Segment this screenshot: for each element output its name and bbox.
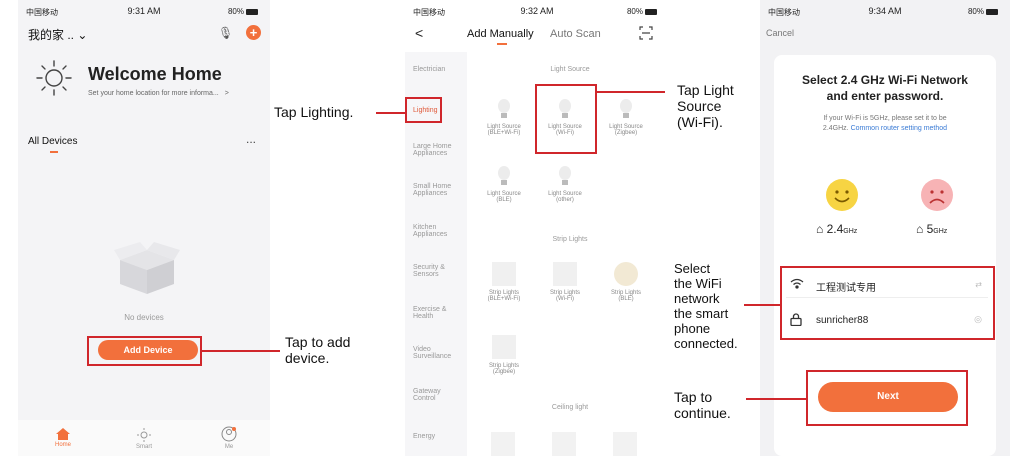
battery-level: 80% [626, 7, 643, 16]
tab-indicator [50, 151, 58, 153]
happy-face-icon [825, 178, 859, 217]
profile-icon [221, 426, 237, 442]
category-security[interactable]: Security & Sensors [413, 264, 465, 278]
battery-level: 80% [227, 7, 244, 16]
router-icon: ⌂ [916, 222, 924, 236]
ceiling-device-placeholder [552, 432, 576, 456]
router-guide-link[interactable]: Common router setting method [851, 125, 948, 132]
highlight-add-device [87, 336, 202, 366]
highlight-lighting [405, 97, 442, 123]
connector-light-wifi [597, 91, 665, 93]
battery-icon [645, 8, 657, 15]
status-bar: 中国移动 9:34 AM 80% [760, 0, 1010, 22]
category-kitchen[interactable]: Kitchen Appliances [413, 224, 465, 238]
page-title: Select 2.4 GHz Wi-Fi Network and enter p… [802, 73, 968, 104]
section-ceiling-light: Ceiling light [551, 404, 589, 411]
section-light-source: Light Source [550, 66, 590, 73]
add-icon[interactable]: + [246, 25, 261, 40]
bulb-icon [498, 166, 510, 185]
chevron-right-icon: > [224, 90, 229, 97]
ceiling-device-placeholder [613, 432, 637, 456]
device-strip-zigbee[interactable]: Strip Lights (Zigbee) [479, 335, 529, 375]
battery-icon [246, 8, 258, 15]
category-gateway[interactable]: Gateway Control [413, 388, 465, 402]
router-icon: ⌂ [816, 222, 824, 236]
weather-sun-icon [34, 58, 74, 103]
tab-smart[interactable]: Smart [129, 428, 159, 450]
device-light-ble-wifi[interactable]: Light Source (BLE+Wi-Fi) [479, 98, 529, 136]
highlight-light-wifi [535, 84, 597, 154]
category-small-appliances[interactable]: Small Home Appliances [413, 183, 465, 197]
status-bar: 中国移动 9:31 AM 80% [18, 0, 270, 22]
cancel-button[interactable]: Cancel [766, 28, 794, 38]
tab-me[interactable]: Me [214, 426, 244, 450]
tab-add-manually[interactable]: Add Manually [467, 28, 534, 40]
empty-state-label: No devices [124, 313, 164, 322]
tab-indicator [497, 43, 507, 45]
battery-icon [986, 8, 998, 15]
home-selector[interactable]: 我的家 .. ⌄ [28, 26, 87, 43]
device-strip-ble[interactable]: Strip Lights (BLE) [601, 262, 651, 302]
sad-face-icon [920, 178, 954, 217]
microphone-icon[interactable]: 🎙 [218, 26, 233, 40]
connector-next [746, 398, 806, 400]
empty-box-illustration [114, 238, 180, 303]
all-devices-tab[interactable]: All Devices [28, 136, 77, 147]
callout-add-device: Tap to add device. [285, 334, 351, 367]
bulb-icon [559, 166, 571, 185]
smart-icon [137, 428, 151, 442]
device-strip-ble-wifi[interactable]: Strip Lights (BLE+Wi-Fi) [479, 262, 529, 302]
section-strip-lights: Strip Lights [552, 236, 588, 243]
strip-light-icon [553, 262, 577, 286]
device-strip-wifi[interactable]: Strip Lights (Wi-Fi) [540, 262, 590, 302]
device-light-other[interactable]: Light Source (other) [540, 165, 590, 203]
category-large-appliances[interactable]: Large Home Appliances [413, 143, 465, 157]
chevron-down-icon: ⌄ [77, 28, 88, 42]
strip-light-icon [614, 262, 638, 286]
highlight-next [806, 370, 968, 426]
connector-wifi [744, 304, 780, 306]
connector-add-device [202, 350, 280, 352]
add-device-screen: 中国移动 9:32 AM 80% < Add Manually Auto Sca… [405, 0, 669, 456]
device-light-zigbee[interactable]: Light Source (Zigbee) [601, 98, 651, 136]
tab-auto-scan[interactable]: Auto Scan [550, 28, 601, 40]
home-icon [56, 428, 70, 440]
band-5ghz: ⌂ 5GHz [916, 222, 948, 236]
connector-lighting [376, 112, 405, 114]
device-light-ble[interactable]: Light Source (BLE) [479, 165, 529, 203]
category-energy[interactable]: Energy [413, 433, 465, 440]
band-2-4ghz: ⌂ 2.4GHz [816, 222, 858, 236]
highlight-wifi-fields [780, 266, 995, 340]
category-exercise[interactable]: Exercise & Health [413, 306, 465, 320]
callout-continue: Tap to continue. [674, 389, 731, 422]
welcome-subtitle: Set your home location for more informa.… [88, 90, 219, 97]
category-electrician[interactable]: Electrician [413, 66, 465, 73]
tab-home[interactable]: Home [48, 428, 78, 448]
home-screen: 中国移动 9:31 AM 80% 我的家 .. ⌄ 🎙 + Welcome Ho… [18, 0, 270, 456]
scan-icon[interactable] [639, 26, 653, 45]
battery-level: 80% [967, 7, 984, 16]
strip-light-icon [492, 335, 516, 359]
band-hint: If your Wi-Fi is 5GHz, please set it to … [822, 115, 948, 132]
bottom-tab-bar: Home Smart Me [18, 420, 270, 456]
back-button[interactable]: < [415, 25, 423, 41]
status-bar: 中国移动 9:32 AM 80% [405, 0, 669, 22]
location-prompt[interactable]: Set your home location for more informa.… [88, 90, 229, 97]
callout-light-wifi: Tap Light Source (Wi-Fi). [677, 82, 734, 131]
category-video[interactable]: Video Surveillance [413, 346, 465, 360]
welcome-title: Welcome Home [88, 64, 222, 84]
strip-light-icon [492, 262, 516, 286]
callout-lighting: Tap Lighting. [274, 104, 354, 120]
bulb-icon [498, 99, 510, 118]
more-options-icon[interactable]: ... [246, 132, 256, 146]
ceiling-device-placeholder [491, 432, 515, 456]
callout-select-wifi: Select the WiFi network the smart phone … [674, 261, 738, 351]
bulb-icon [620, 99, 632, 118]
home-name: 我的家 [28, 28, 65, 42]
